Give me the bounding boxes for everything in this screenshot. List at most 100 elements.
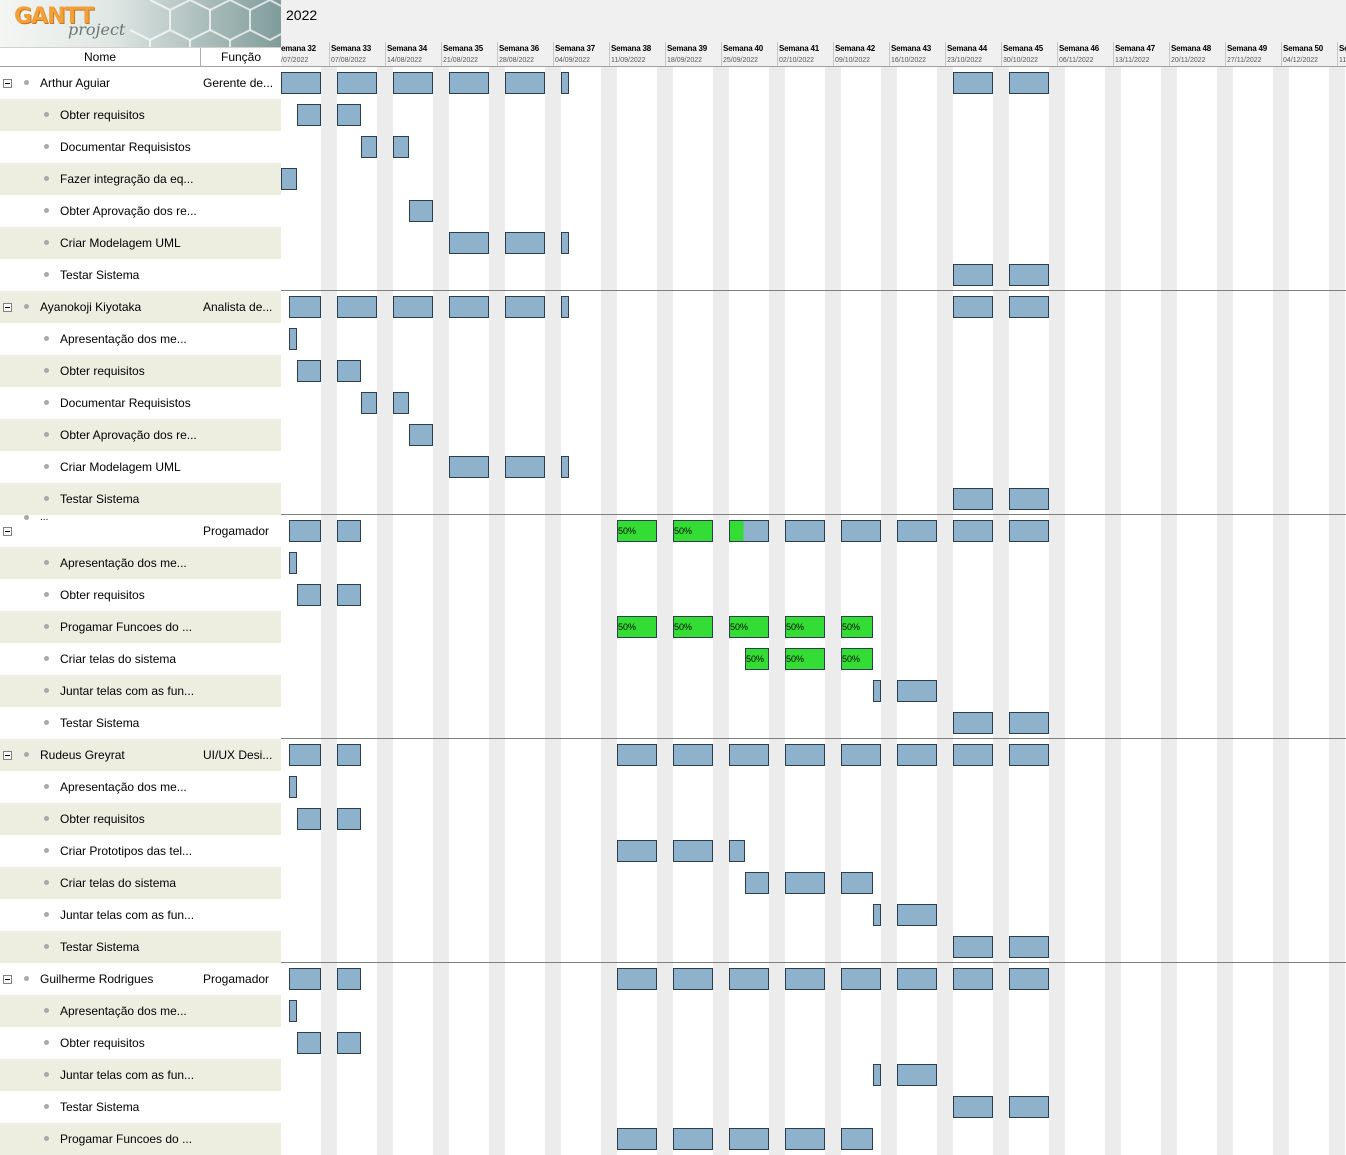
task-bar[interactable] — [1009, 968, 1049, 990]
task-bar[interactable] — [337, 744, 361, 766]
task-bar[interactable] — [953, 936, 993, 958]
task-bar[interactable] — [393, 296, 433, 318]
task-bar[interactable] — [337, 808, 361, 830]
task-row[interactable]: Testar Sistema — [0, 259, 281, 291]
task-bar[interactable] — [873, 904, 881, 926]
task-bar[interactable] — [953, 296, 993, 318]
task-bar[interactable] — [953, 520, 993, 542]
task-bar[interactable] — [841, 968, 881, 990]
task-bar[interactable] — [1009, 1096, 1049, 1118]
task-bar[interactable] — [289, 328, 297, 350]
task-bar[interactable] — [1009, 264, 1049, 286]
resource-row[interactable]: Rudeus Greyrat UI/UX Desi... — [0, 739, 281, 771]
task-bar[interactable] — [953, 488, 993, 510]
task-row[interactable]: Obter Aprovação dos re... — [0, 195, 281, 227]
task-bar[interactable] — [289, 552, 297, 574]
task-row[interactable]: Progamar Funcoes do ... — [0, 1123, 281, 1155]
task-bar[interactable] — [785, 968, 825, 990]
task-row[interactable]: Obter requisitos — [0, 99, 281, 131]
task-bar[interactable] — [1009, 296, 1049, 318]
task-bar[interactable] — [841, 744, 881, 766]
task-row[interactable]: Criar Modelagem UML — [0, 227, 281, 259]
task-row[interactable]: Criar telas do sistema — [0, 867, 281, 899]
task-bar[interactable] — [281, 72, 321, 94]
task-bar[interactable] — [897, 1064, 937, 1086]
collapse-toggle-icon[interactable] — [3, 303, 12, 312]
task-bar[interactable] — [673, 744, 713, 766]
task-row[interactable]: Obter requisitos — [0, 1027, 281, 1059]
task-bar[interactable] — [1009, 744, 1049, 766]
task-bar[interactable] — [449, 232, 489, 254]
task-bar[interactable]: 50% — [729, 616, 769, 638]
task-bar[interactable] — [953, 72, 993, 94]
task-bar[interactable]: 50% — [617, 616, 657, 638]
task-bar[interactable] — [409, 200, 433, 222]
task-row[interactable]: Fazer integração da eq... — [0, 163, 281, 195]
task-bar[interactable] — [449, 456, 489, 478]
task-bar[interactable] — [617, 744, 657, 766]
task-bar[interactable] — [785, 520, 825, 542]
task-row[interactable]: Testar Sistema — [0, 931, 281, 963]
collapse-toggle-icon[interactable] — [3, 79, 12, 88]
task-row[interactable]: Juntar telas com as fun... — [0, 675, 281, 707]
task-row[interactable]: Apresentação dos me... — [0, 323, 281, 355]
task-row[interactable]: Obter requisitos — [0, 579, 281, 611]
task-bar[interactable] — [297, 584, 321, 606]
task-bar[interactable] — [561, 72, 569, 94]
task-bar[interactable] — [449, 72, 489, 94]
task-row[interactable]: Apresentação dos me... — [0, 771, 281, 803]
gantt-chart-area[interactable]: 50% 50% 50% 50% 50% 50% 50% 50% 50% 50% — [281, 67, 1346, 1155]
task-bar[interactable] — [897, 904, 937, 926]
task-bar[interactable] — [1009, 712, 1049, 734]
task-bar[interactable] — [841, 520, 881, 542]
task-bar[interactable] — [289, 296, 321, 318]
resource-row[interactable]: Guilherme Rodrigues Progamador — [0, 963, 281, 995]
task-bar[interactable] — [1009, 936, 1049, 958]
task-bar[interactable] — [1009, 520, 1049, 542]
task-row[interactable]: Obter Aprovação dos re... — [0, 419, 281, 451]
task-bar[interactable] — [505, 232, 545, 254]
task-bar[interactable] — [289, 968, 321, 990]
task-row[interactable]: Testar Sistema — [0, 1091, 281, 1123]
task-bar[interactable] — [897, 680, 937, 702]
task-bar[interactable] — [337, 584, 361, 606]
task-bar[interactable] — [953, 1096, 993, 1118]
task-row[interactable]: Progamar Funcoes do ... — [0, 611, 281, 643]
task-bar[interactable] — [897, 968, 937, 990]
task-bar[interactable] — [953, 712, 993, 734]
task-bar[interactable] — [897, 744, 937, 766]
task-bar[interactable] — [953, 968, 993, 990]
task-bar[interactable] — [297, 808, 321, 830]
task-bar[interactable] — [361, 392, 377, 414]
task-bar[interactable]: 50% — [673, 520, 713, 542]
task-bar[interactable] — [281, 168, 297, 190]
task-bar[interactable] — [729, 1128, 769, 1150]
task-bar[interactable] — [785, 872, 825, 894]
task-bar[interactable] — [297, 104, 321, 126]
task-row[interactable]: Criar telas do sistema — [0, 643, 281, 675]
task-bar[interactable] — [337, 104, 361, 126]
task-row[interactable]: Obter requisitos — [0, 355, 281, 387]
task-bar[interactable]: 50% — [673, 616, 713, 638]
task-bar[interactable] — [297, 1032, 321, 1054]
task-bar[interactable] — [289, 744, 321, 766]
task-bar[interactable]: 50% — [841, 616, 873, 638]
resource-row[interactable]: Ayanokoji Kiyotaka Analista de... — [0, 291, 281, 323]
task-bar[interactable] — [337, 520, 361, 542]
task-bar[interactable] — [337, 72, 377, 94]
task-bar[interactable]: 50% — [617, 520, 657, 542]
task-bar[interactable] — [673, 840, 713, 862]
task-bar[interactable] — [289, 776, 297, 798]
task-row[interactable]: Criar Prototipos das tel... — [0, 835, 281, 867]
task-bar[interactable] — [337, 360, 361, 382]
resource-row[interactable]: Arthur Aguiar Gerente de... — [0, 67, 281, 99]
task-bar[interactable] — [729, 968, 769, 990]
task-bar[interactable] — [729, 520, 769, 542]
task-bar[interactable] — [841, 1128, 873, 1150]
task-row[interactable]: Criar Modelagem UML — [0, 451, 281, 483]
task-bar[interactable]: 50% — [785, 616, 825, 638]
task-bar[interactable] — [1009, 72, 1049, 94]
task-bar[interactable] — [617, 840, 657, 862]
task-bar[interactable] — [673, 1128, 713, 1150]
task-row[interactable]: Apresentação dos me... — [0, 547, 281, 579]
